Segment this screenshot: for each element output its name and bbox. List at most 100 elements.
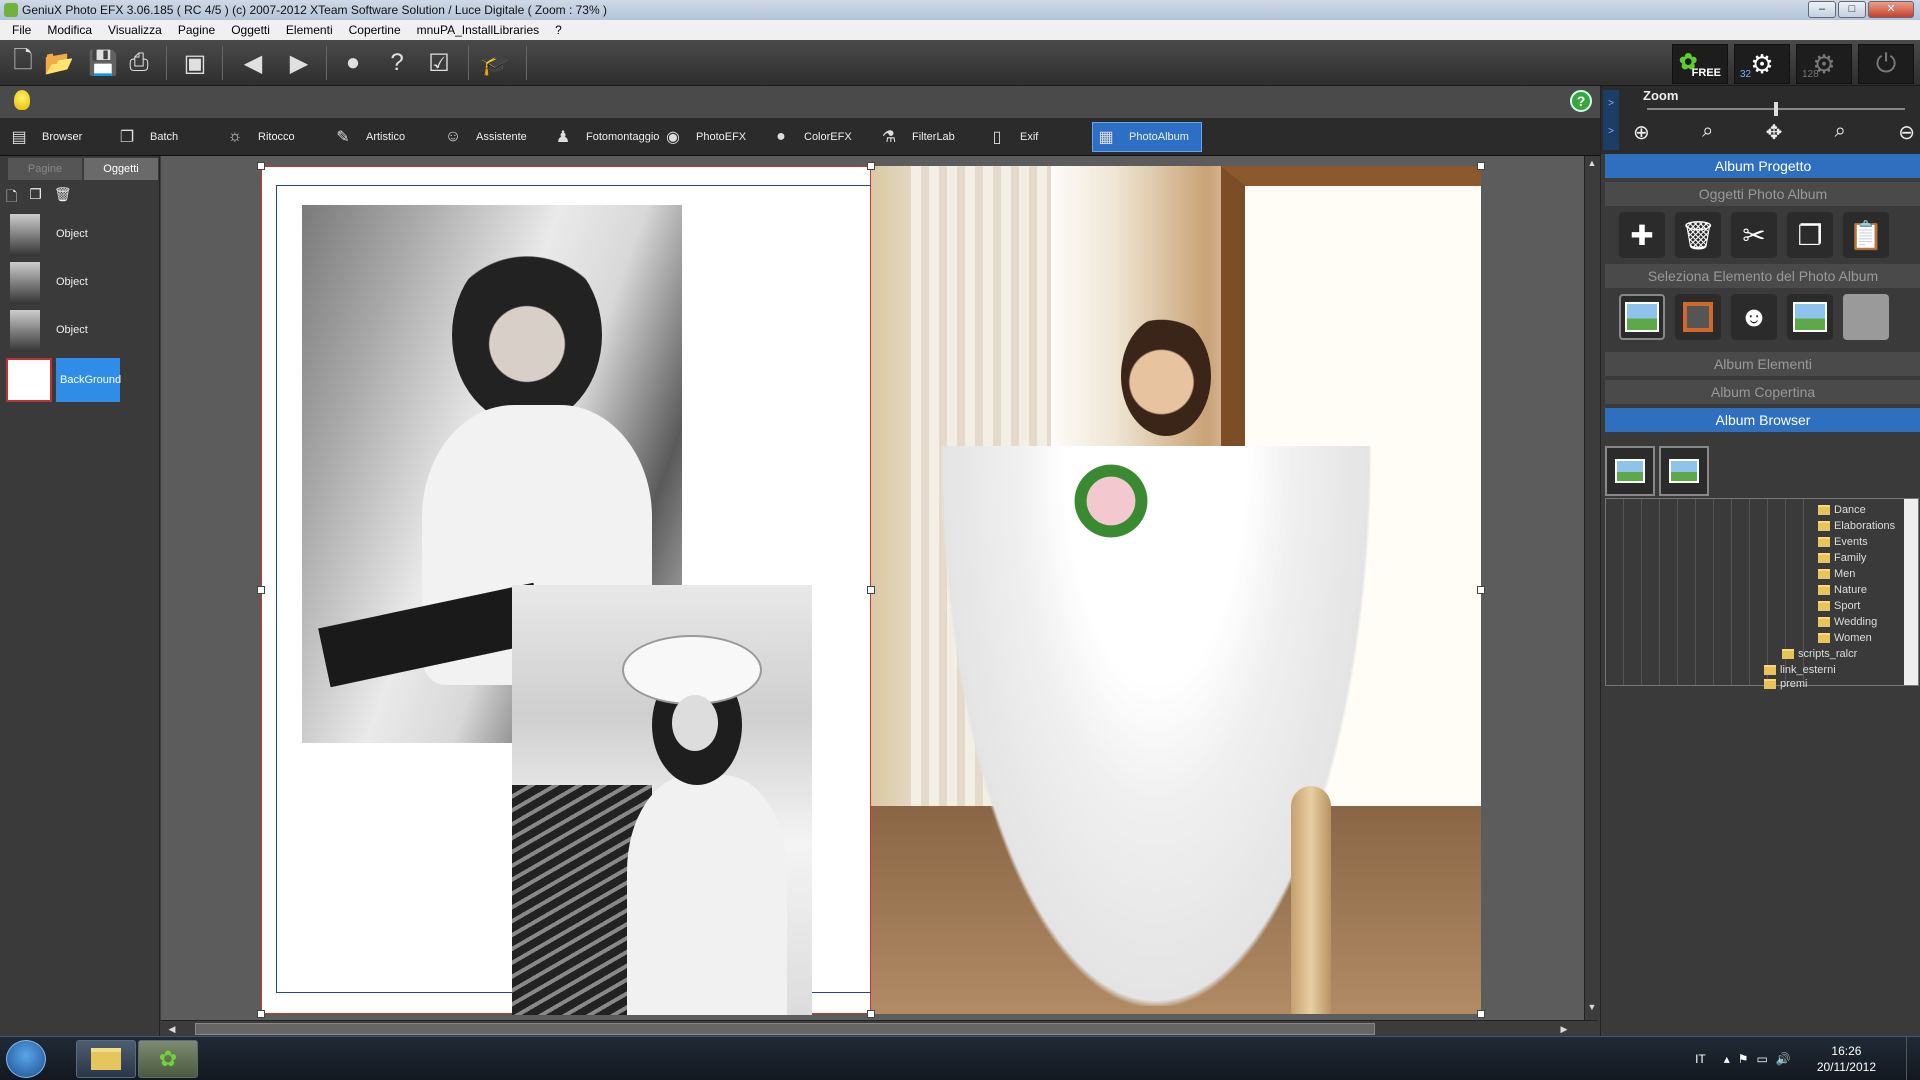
new-doc-icon[interactable]: 🗋 [6, 46, 40, 80]
explorer-task[interactable] [76, 1040, 136, 1078]
tree-item[interactable]: Nature [1818, 583, 1867, 597]
maximize-button[interactable]: □ [1838, 1, 1866, 18]
globe-icon[interactable]: ● [336, 46, 370, 80]
zoom-out-icon[interactable]: ⊖ [1898, 120, 1915, 145]
lightbulb-icon[interactable] [14, 90, 30, 110]
resize-handle[interactable] [257, 162, 265, 170]
section-album-progetto[interactable]: Album Progetto [1605, 154, 1920, 178]
multi-image-button[interactable] [1659, 446, 1709, 496]
tab-pagine[interactable]: Pagine [8, 158, 82, 180]
tree-item[interactable]: Men [1818, 567, 1855, 581]
scroll-left-icon[interactable]: ◀ [165, 1022, 179, 1036]
help-icon[interactable]: ? [380, 46, 414, 80]
move-icon[interactable]: ✥ [1766, 120, 1783, 145]
tree-item[interactable]: Women [1818, 631, 1872, 645]
menu-file[interactable]: File [4, 23, 39, 37]
tab-photoefx[interactable]: ◉ PhotoEFX [660, 122, 746, 152]
gear-32-button[interactable]: 32 ⚙ [1734, 44, 1790, 84]
show-desktop-button[interactable] [1906, 1037, 1920, 1080]
menu-modifica[interactable]: Modifica [39, 23, 100, 37]
select-photo-mask-button[interactable] [1619, 294, 1665, 340]
tab-assistente[interactable]: ☺ Assistente [440, 122, 527, 152]
background-item[interactable]: BackGround [6, 356, 156, 402]
trash-icon[interactable]: 🗑 [54, 186, 72, 210]
add-object-button[interactable]: ✚ [1619, 212, 1665, 258]
menu-elementi[interactable]: Elementi [278, 23, 341, 37]
zoom-slider-thumb[interactable] [1774, 102, 1778, 116]
tab-photoalbum[interactable]: ▦ PhotoAlbum [1092, 122, 1202, 152]
panel-collapse-toggle[interactable]: > > [1603, 90, 1619, 150]
horizontal-scrollbar[interactable]: ◀ ▶ [161, 1020, 1598, 1036]
select-image-button[interactable] [1787, 294, 1833, 340]
list-item[interactable]: Object [6, 260, 156, 306]
folder-tree[interactable]: Dance Elaborations Events Family Men Nat… [1605, 498, 1919, 690]
section-album-elementi[interactable]: Album Elementi [1605, 352, 1920, 376]
zoom-100-icon[interactable]: ⌕ [1702, 120, 1713, 145]
zoom-fit-icon[interactable]: ⌕ [1835, 120, 1846, 145]
resize-handle[interactable] [257, 1010, 265, 1018]
menu-visualizza[interactable]: Visualizza [100, 23, 170, 37]
delete-object-button[interactable]: 🗑 [1675, 212, 1721, 258]
back-arrow-icon[interactable]: ◀ [236, 46, 270, 80]
cut-button[interactable]: ✂ [1731, 212, 1777, 258]
menu-oggetti[interactable]: Oggetti [223, 23, 278, 37]
duplicate-icon[interactable]: ❐ [29, 186, 42, 210]
scroll-thumb[interactable] [195, 1023, 1375, 1035]
tray-icons[interactable]: ▴⚑▭🔊 [1724, 1052, 1799, 1066]
resize-handle[interactable] [867, 162, 875, 170]
photo-bw-hat[interactable] [512, 585, 812, 1015]
tab-batch[interactable]: ❐ Batch [114, 122, 178, 152]
resize-handle[interactable] [1477, 162, 1485, 170]
tree-item[interactable]: Events [1818, 535, 1868, 549]
vertical-scrollbar[interactable]: ▲ ▼ [1584, 156, 1598, 1020]
resize-handle[interactable] [867, 586, 875, 594]
section-album-copertina[interactable]: Album Copertina [1605, 380, 1920, 404]
save-icon[interactable]: 💾 [86, 46, 120, 80]
tab-browser[interactable]: ▤ Browser [6, 122, 82, 152]
tab-fotomontaggio[interactable]: ♟ Fotomontaggio [550, 122, 660, 152]
photo-bride-color[interactable] [871, 166, 1481, 1014]
select-mask-button[interactable]: ☻ [1731, 294, 1777, 340]
forward-arrow-icon[interactable]: ▶ [282, 46, 316, 80]
print-icon[interactable]: ⎙ [122, 46, 156, 80]
tab-oggetti[interactable]: Oggetti [84, 158, 158, 180]
resize-handle[interactable] [257, 586, 265, 594]
menu-install-libraries[interactable]: mnuPA_InstallLibraries [409, 23, 548, 37]
section-seleziona-elemento[interactable]: Seleziona Elemento del Photo Album [1605, 264, 1920, 288]
tab-filterlab[interactable]: ⚗ FilterLab [876, 122, 955, 152]
scroll-right-icon[interactable]: ▶ [1557, 1022, 1571, 1036]
scroll-up-icon[interactable]: ▲ [1586, 158, 1598, 172]
zoom-in-icon[interactable]: ⊕ [1633, 120, 1650, 145]
section-oggetti-photo-album[interactable]: Oggetti Photo Album [1605, 182, 1920, 206]
tree-item[interactable]: Dance [1818, 503, 1866, 517]
new-page-icon[interactable]: 🗋 [6, 186, 17, 210]
close-button[interactable]: ✕ [1868, 1, 1914, 18]
tab-exif[interactable]: ▯ Exif [984, 122, 1039, 152]
free-badge[interactable]: ✿ FREE [1672, 44, 1728, 84]
copy-button[interactable]: ❐ [1787, 212, 1833, 258]
tree-item[interactable]: Sport [1818, 599, 1860, 613]
menu-pagine[interactable]: Pagine [170, 23, 223, 37]
menu-copertine[interactable]: Copertine [341, 23, 409, 37]
list-item[interactable]: Object [6, 308, 156, 354]
tab-colorefx[interactable]: ● ColorEFX [768, 122, 852, 152]
menu-help[interactable]: ? [547, 23, 570, 37]
tree-item[interactable]: link_esterni [1764, 663, 1836, 677]
resize-handle[interactable] [867, 1010, 875, 1018]
minimize-button[interactable]: – [1808, 1, 1836, 18]
tree-item[interactable]: Wedding [1818, 615, 1877, 629]
album-spread[interactable] [257, 162, 1485, 1018]
zoom-slider[interactable] [1647, 102, 1905, 116]
image-icon[interactable]: ▣ [178, 46, 212, 80]
tree-item[interactable]: premi [1764, 677, 1808, 691]
geniux-task[interactable]: ✿ [138, 1040, 198, 1078]
clock[interactable]: 16:26 20/11/2012 [1817, 1043, 1876, 1075]
paste-button[interactable]: 📋 [1843, 212, 1889, 258]
album-canvas[interactable]: ▲ ▼ ◀ ▶ [161, 156, 1598, 1036]
start-button[interactable] [6, 1040, 46, 1078]
gear-128-button[interactable]: 128 ⚙ [1796, 44, 1852, 84]
tab-artistico[interactable]: ✎ Artistico [330, 122, 405, 152]
scroll-down-icon[interactable]: ▼ [1586, 1002, 1598, 1016]
graduation-cap-icon[interactable]: 🎓 [478, 46, 512, 80]
new-album-image-button[interactable] [1605, 446, 1655, 496]
